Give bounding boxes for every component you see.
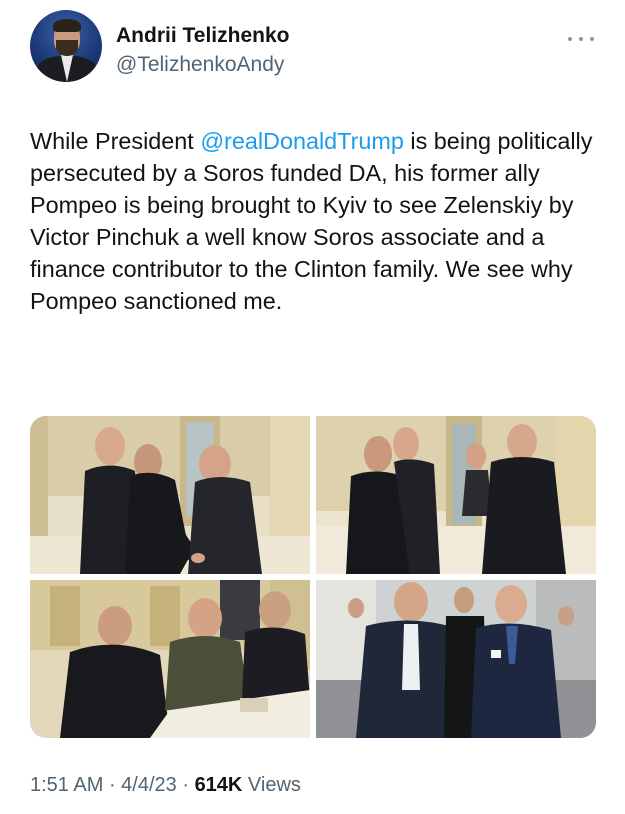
- tweet-meta: 1:51 AM · 4/4/23 · 614K Views: [30, 774, 301, 797]
- photo-3[interactable]: [30, 580, 310, 738]
- meta-separator: ·: [103, 774, 122, 796]
- meta-separator: ·: [176, 774, 195, 796]
- tweet-header: Andrii Telizhenko @TelizhenkoAndy: [30, 10, 600, 90]
- tweet-text-part-1: While President: [30, 128, 201, 154]
- tweet-text-part-2: is being politically persecuted by a Sor…: [30, 128, 593, 314]
- tweet-date[interactable]: 4/4/23: [121, 774, 177, 796]
- author-display-name[interactable]: Andrii Telizhenko: [116, 24, 289, 48]
- author-handle[interactable]: @TelizhenkoAndy: [116, 53, 284, 77]
- photo-4[interactable]: [316, 580, 596, 738]
- photo-2[interactable]: [316, 416, 596, 574]
- tweet-time[interactable]: 1:51 AM: [30, 774, 103, 796]
- media-grid: [30, 416, 596, 738]
- photo-1[interactable]: [30, 416, 310, 574]
- more-horizontal-icon[interactable]: [568, 34, 594, 44]
- tweet-text: While President @realDonaldTrump is bein…: [30, 125, 605, 317]
- mention-link[interactable]: @realDonaldTrump: [200, 128, 404, 154]
- views-label: Views: [242, 774, 301, 796]
- views-count[interactable]: 614K: [195, 774, 243, 796]
- avatar[interactable]: [30, 10, 102, 82]
